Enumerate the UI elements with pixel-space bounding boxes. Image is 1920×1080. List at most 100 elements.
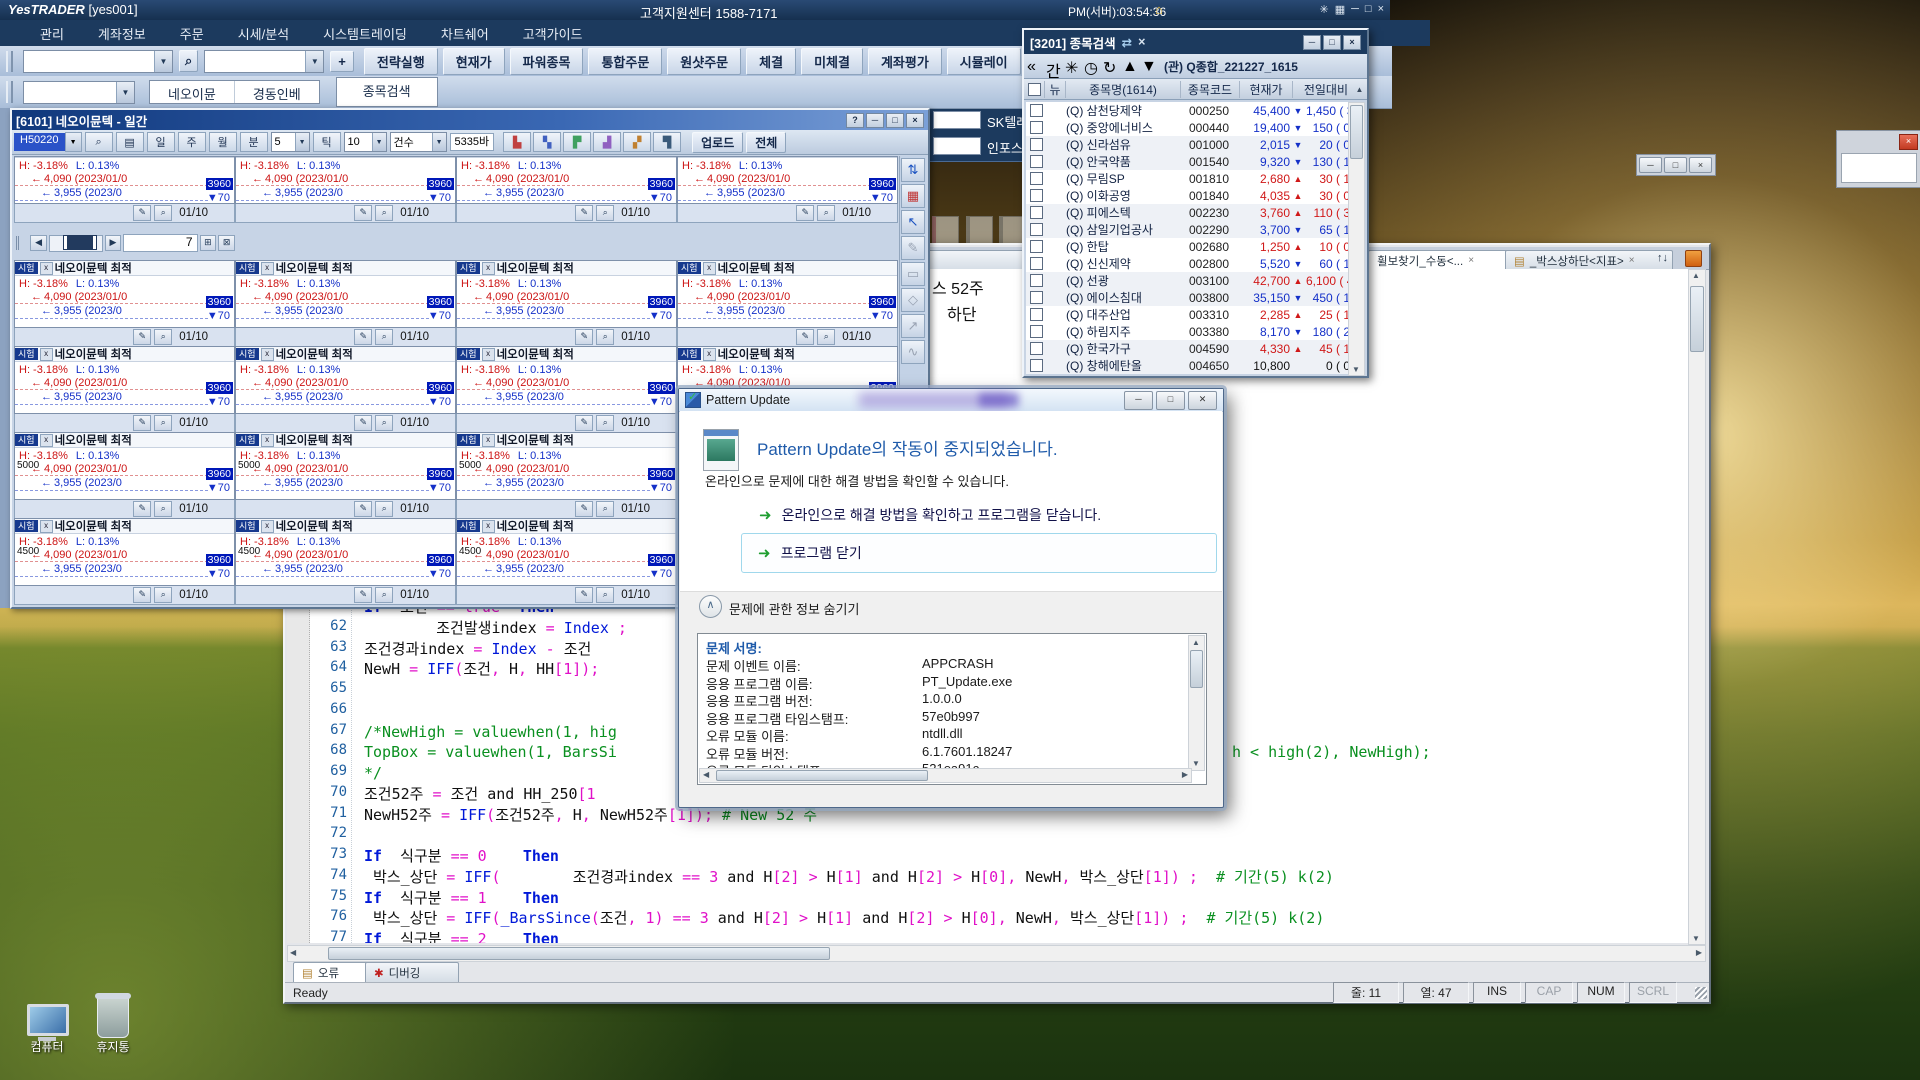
expander-label[interactable]: 문제에 관한 정보 숨기기 [729, 599, 859, 618]
minimize-icon[interactable]: ─ [1303, 35, 1321, 50]
code-line[interactable]: If 식구분 == 1 Then [364, 888, 559, 908]
drawing-tool-icon[interactable]: ∿ [901, 340, 925, 364]
stock-row[interactable]: (Q) 한탑0026801,250▲10 ( 0 [1026, 238, 1350, 255]
print-icon[interactable]: ▤ [116, 132, 144, 152]
stock-row[interactable]: (Q) 선광00310042,700▲6,100 ( 4 [1026, 272, 1350, 289]
edit-icon[interactable]: ✎ [133, 329, 151, 345]
help-icon[interactable]: ? [846, 113, 864, 128]
close-icon[interactable]: x [703, 348, 716, 361]
tick-combo[interactable]: 10▼ [344, 132, 387, 152]
mini-chart-pane[interactable]: 시험x네오이뮨텍 최적H: -3.18%L: 0.13%←4,090 (2023… [235, 260, 456, 328]
pager-thumb[interactable] [64, 236, 96, 249]
search-tool-간[interactable]: 간 [1046, 58, 1063, 75]
edit-icon[interactable]: ✎ [575, 205, 593, 221]
zoom-in-icon[interactable]: ⌕ [85, 132, 113, 152]
stock-checkbox[interactable] [1030, 291, 1043, 304]
search-tool-▲[interactable]: ▲ [1122, 58, 1139, 75]
sort-tabs-icon[interactable]: ↑↓ [1657, 252, 1668, 264]
chart-style-icon[interactable]: ▟ [593, 132, 621, 152]
magnifier-icon[interactable]: ⌕ [596, 329, 614, 345]
strategy-combo[interactable]: ▼ [204, 50, 324, 73]
option-check-online[interactable]: ➜ 온라인으로 해결 방법을 확인하고 프로그램을 닫습니다. [759, 505, 1101, 525]
close-icon[interactable]: x [261, 156, 274, 157]
stock-checkbox[interactable] [1030, 104, 1043, 117]
close-icon[interactable]: x [703, 156, 716, 157]
close-icon[interactable]: × [1899, 134, 1918, 150]
stock-checkbox[interactable] [1030, 257, 1043, 270]
drawing-tool-icon[interactable]: ↖ [901, 210, 925, 234]
stock-checkbox[interactable] [1030, 172, 1043, 185]
close-icon[interactable]: x [482, 348, 495, 361]
stock-row[interactable]: (Q) 신신제약0028005,520▼60 ( 1 [1026, 255, 1350, 272]
magnifier-icon[interactable]: ⌕ [375, 415, 393, 431]
magnifier-icon[interactable]: ⌕ [375, 587, 393, 603]
edit-icon[interactable]: ✎ [354, 587, 372, 603]
mini-chart-pane[interactable]: 시험x네오이뮨텍 최적H: -3.18%L: 0.13%←4,090 (2023… [235, 156, 456, 204]
editor-tab-manual[interactable]: 휠보찾기_수동<...× [1368, 250, 1518, 270]
mini-chart-pane[interactable]: 시험x네오이뮨텍 최적H: -3.18%L: 0.13%←4,090 (2023… [14, 156, 235, 204]
minute-combo[interactable]: 5▼ [271, 132, 310, 152]
pager-left-icon[interactable]: ◀ [30, 235, 47, 251]
watch-input[interactable] [933, 111, 981, 129]
col-new[interactable]: 뉴 [1044, 81, 1065, 98]
toolbar-button-미체결[interactable]: 미체결 [801, 48, 863, 75]
pager-right-icon[interactable]: ▶ [105, 235, 122, 251]
mini-chart-pane[interactable]: 시험x네오이뮨텍 최적4500H: -3.18%L: 0.13%←4,090 (… [14, 518, 235, 586]
count-combo[interactable]: 건수▼ [390, 132, 447, 152]
edit-icon[interactable]: ✎ [575, 415, 593, 431]
close-icon[interactable]: ✕ [1188, 391, 1217, 410]
chart-style-icon[interactable]: ▙ [503, 132, 531, 152]
toolbar-button-시뮬레이[interactable]: 시뮬레이 [947, 48, 1021, 75]
close-icon[interactable]: × [1343, 35, 1361, 50]
magnifier-icon[interactable]: ⌕ [817, 329, 835, 345]
col-name[interactable]: 종목명(1614) [1065, 81, 1180, 98]
mini-chart-pane[interactable]: 시험x네오이뮨텍 최적H: -3.18%L: 0.13%←4,090 (2023… [14, 346, 235, 414]
close-icon[interactable]: x [40, 156, 53, 157]
mini-chart-pane[interactable]: 시험x네오이뮨텍 최적H: -3.18%L: 0.13%←4,090 (2023… [14, 260, 235, 328]
stock-row[interactable]: (Q) 한국가구0045904,330▲45 ( 1 [1026, 340, 1350, 357]
minimize-icon[interactable]: ─ [1124, 391, 1153, 410]
magnifier-icon[interactable]: ⌕ [596, 501, 614, 517]
details-vscrollbar[interactable]: ▲ ▼ [1188, 635, 1205, 771]
stock-checkbox[interactable] [1030, 274, 1043, 287]
close-icon[interactable]: x [482, 262, 495, 275]
stock-checkbox[interactable] [1030, 359, 1043, 372]
minimize-icon[interactable]: ─ [1639, 157, 1662, 173]
workspace-combo[interactable]: ▼ [23, 81, 135, 104]
code-line[interactable]: 박스_상단 = IFF( 조건경과index == 3 and H[2] > H… [364, 867, 1334, 887]
edit-icon[interactable]: ✎ [133, 587, 151, 603]
code-line[interactable]: /*NewHigh = valuewhen(1, hig [364, 722, 617, 742]
edit-icon[interactable]: ✎ [575, 501, 593, 517]
magnifier-icon[interactable]: ⌕ [154, 329, 172, 345]
magnifier-icon[interactable]: ⌕ [154, 587, 172, 603]
search-vscrollbar[interactable]: ▼ [1348, 102, 1365, 376]
stock-checkbox[interactable] [1030, 342, 1043, 355]
search-tool-«[interactable]: « [1027, 58, 1044, 75]
expand-grid-icon[interactable]: ⊞ [200, 235, 217, 251]
drag-grip[interactable] [16, 236, 28, 250]
edit-icon[interactable]: ✎ [354, 415, 372, 431]
toolbar-button-현재가[interactable]: 현재가 [443, 48, 505, 75]
code-line[interactable]: 박스_상단 = IFF(_BarsSince(조건, 1) == 3 and H… [364, 908, 1324, 928]
code-line[interactable]: TopBox = valuewhen(1, BarsSi [364, 742, 617, 762]
col-price[interactable]: 현재가 [1239, 81, 1292, 98]
stock-checkbox[interactable] [1030, 223, 1043, 236]
details-hscrollbar[interactable]: ◀ ▶ [699, 768, 1192, 783]
stock-search-tab[interactable]: 종목검색 [336, 77, 438, 107]
edit-icon[interactable]: ✎ [796, 205, 814, 221]
maximize-icon[interactable]: □ [1664, 157, 1687, 173]
close-icon[interactable]: × [1629, 255, 1635, 266]
period-minute[interactable]: 분 [240, 132, 268, 152]
code-line[interactable]: */ [364, 763, 382, 783]
close-icon[interactable]: × [1138, 35, 1145, 49]
close-icon[interactable]: x [40, 262, 53, 275]
mini-chart-pane[interactable]: 시험x네오이뮨텍 최적H: -3.18%L: 0.13%←4,090 (2023… [677, 156, 898, 204]
period-tick[interactable]: 틱 [313, 132, 341, 152]
edit-icon[interactable]: ✎ [354, 205, 372, 221]
mini-chart-pane[interactable]: 시험x네오이뮨텍 최적H: -3.18%L: 0.13%←4,090 (2023… [456, 346, 677, 414]
pager-track[interactable] [49, 235, 103, 252]
scroll-up-icon[interactable]: ▲ [1692, 271, 1700, 280]
close-icon[interactable]: × [1468, 255, 1474, 266]
stock-checkbox[interactable] [1030, 155, 1043, 168]
drawing-tool-icon[interactable]: ◇ [901, 288, 925, 312]
